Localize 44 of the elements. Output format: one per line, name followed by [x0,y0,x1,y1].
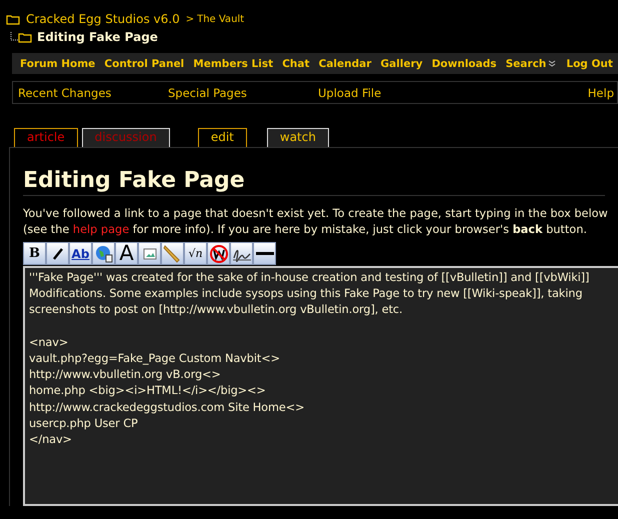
math-tool-button[interactable]: √n [184,242,207,265]
nowiki-tool-button[interactable] [207,242,230,265]
page-tab[interactable]: watch [266,128,329,147]
nav-link[interactable]: Chat [282,58,310,70]
rule-tool-button[interactable] [253,242,276,265]
wiki-link[interactable]: Special Pages [168,86,318,100]
nav-link[interactable]: Members List [193,58,274,70]
nav-menu[interactable]: Search [506,58,558,70]
italic-tool-button[interactable] [46,242,69,265]
headline-tool-button[interactable]: A [115,242,138,265]
line-icon [256,252,274,256]
intro-text: You've followed a link to a page that doesn't exist yet. To create the page, start typing in the box below (see the help page for more info). If you are here by mistake, just click your browser's back button. [23,206,609,238]
tree-connector-icon [10,32,18,42]
nav-link[interactable]: Gallery [380,58,423,70]
globe-icon [94,244,114,264]
wiki-link[interactable]: Recent Changes [18,86,168,100]
help-link[interactable]: help page [72,223,130,236]
double-caret-icon [548,60,558,67]
nav-link[interactable]: Downloads [432,58,496,70]
slash-icon [50,246,64,260]
nav-link[interactable]: Log Out [566,58,613,70]
page-tab[interactable]: edit [198,128,247,147]
breadcrumb-separator: > [186,14,194,24]
prohibited-icon [208,244,228,264]
section-link[interactable]: The Vault [197,14,244,24]
external-tool-button[interactable] [92,242,115,265]
nav-link[interactable]: Forum Home [20,58,96,70]
image-tool-button[interactable] [138,242,161,265]
page-heading: Editing Fake Page [23,168,605,196]
nav-link[interactable]: Calendar [318,58,372,70]
nav-link[interactable]: Control Panel [104,58,184,70]
wiki-link[interactable]: Upload File [318,86,468,100]
link-tool-button[interactable]: Ab [69,242,92,265]
page-title: Editing Fake Page [37,30,158,44]
wiki-link[interactable]: Help [588,86,614,100]
media-tool-button[interactable] [161,242,184,265]
folder-icon [6,14,20,24]
image-icon [142,248,156,260]
edit-textarea[interactable]: '''Fake Page''' was created for the sake of in-house creation and testing of [[vBulletin]] and [[vbWiki]] Modifications. Some examples include sysops using this Fake Page to try new [[Wiki-speak]], taking screenshots to post on [http://www.vbulletin.org vBulletin.org], etc. <nav> vault.php?egg=Fake_Page Custom Navbit<> http://www.vbulletin.org vB.org<> home.php <big><i>HTML!</i></big><> http://www.crackedeggstudios.com Site Home<> usercp.php User CP </nav> [23,266,618,506]
bold-tool-button[interactable]: B [23,242,46,265]
folder-icon [18,32,32,42]
page-tab[interactable]: article [14,128,78,147]
site-link[interactable]: Cracked Egg Studios v6.0 [26,12,180,26]
signature-tool-button[interactable] [230,242,253,265]
